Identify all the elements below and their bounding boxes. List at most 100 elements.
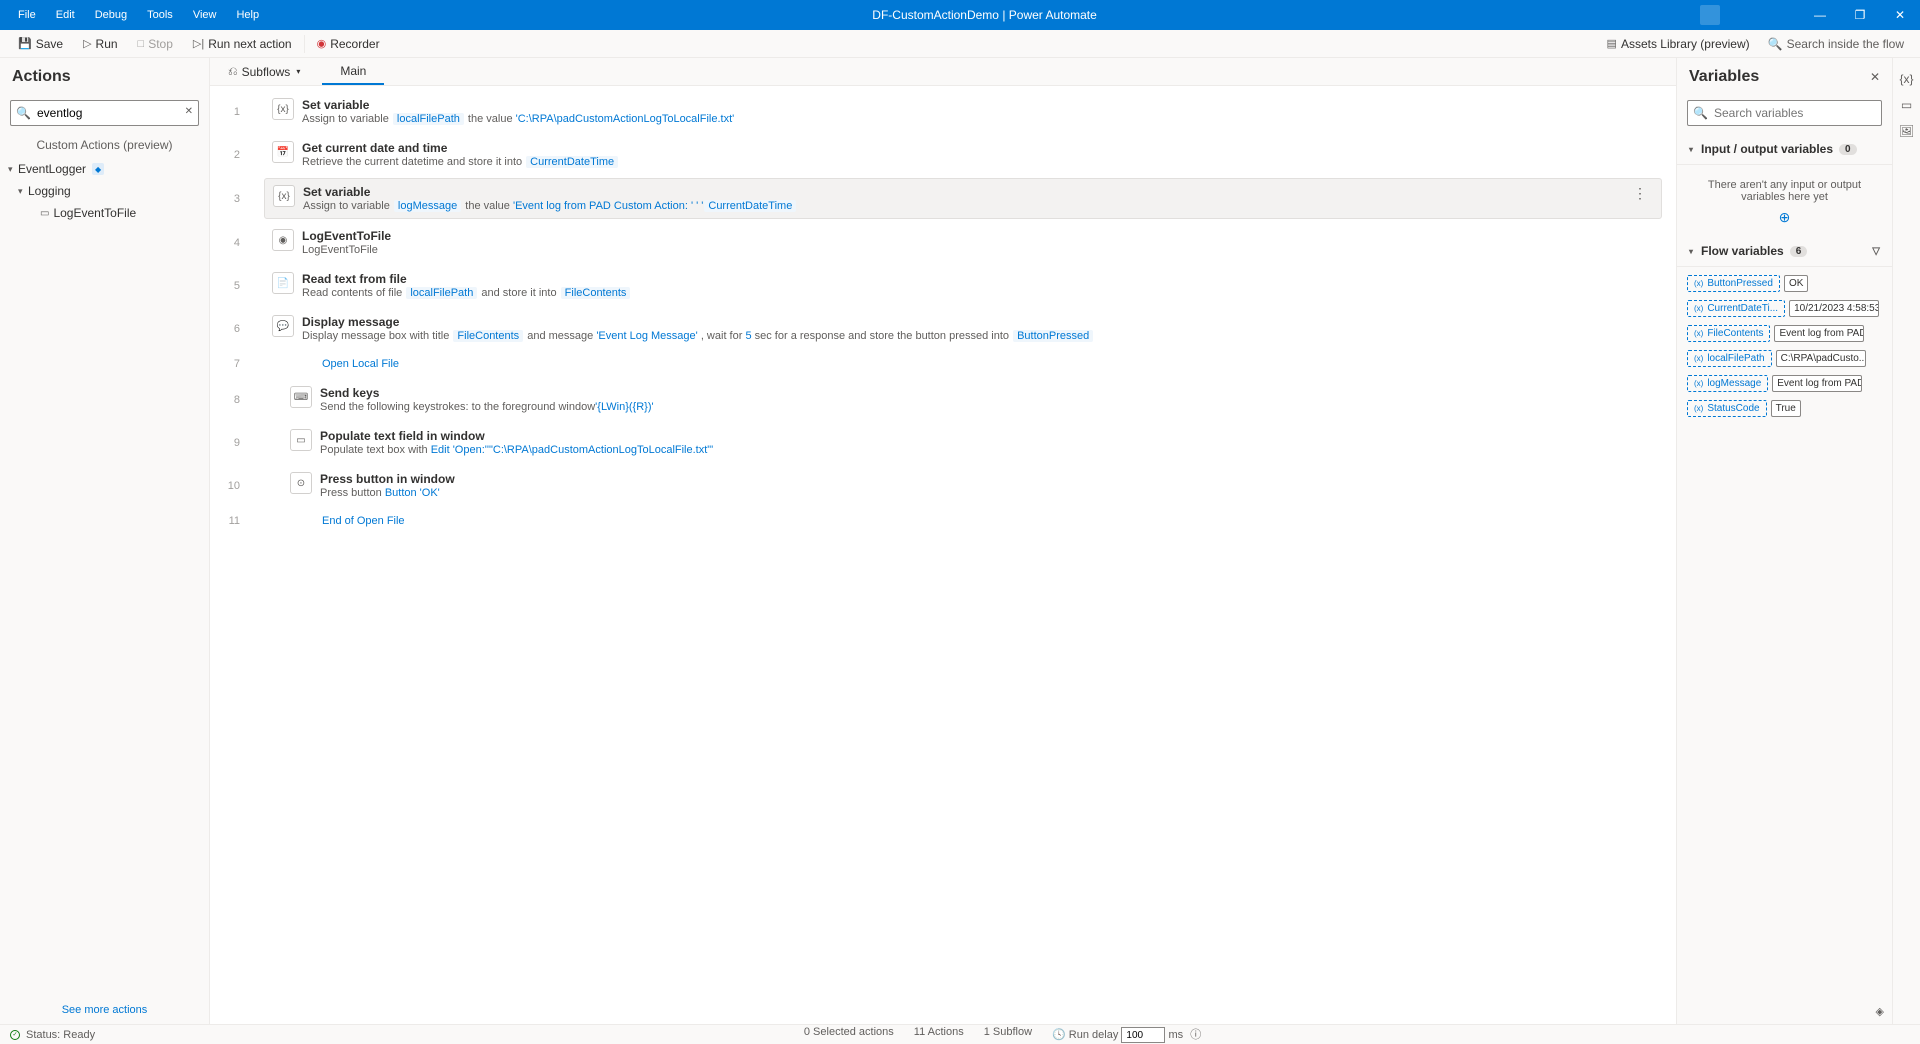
action-card[interactable]: ⌨Send keysSend the following keystrokes:…	[282, 380, 1662, 419]
search-icon: 🔍	[1693, 106, 1708, 120]
see-more-actions-link[interactable]: See more actions	[0, 996, 209, 1024]
action-card[interactable]: {x}Set variableAssign to variable logMes…	[264, 178, 1662, 219]
subflows-dropdown[interactable]: ⎌ Subflows ▾	[218, 64, 310, 79]
variable-name: CurrentDateTi...	[1707, 303, 1778, 314]
flow-step-row[interactable]: 8 ⌨Send keysSend the following keystrokes…	[210, 378, 1676, 421]
maximize-button[interactable]: ❐	[1840, 8, 1880, 22]
record-icon: ◉	[317, 37, 327, 50]
search-icon: 🔍	[1768, 37, 1783, 51]
chevron-down-icon: ▾	[8, 164, 18, 175]
flow-variable-item[interactable]: (x)CurrentDateTi...10/21/2023 4:58:53...	[1687, 300, 1882, 317]
variable-token: CurrentDateTime	[526, 156, 618, 168]
actions-search-box[interactable]: 🔍 ✕	[10, 100, 199, 126]
variables-search-input[interactable]	[1687, 100, 1882, 126]
flow-step-row[interactable]: 3{x}Set variableAssign to variable logMe…	[210, 176, 1676, 221]
action-title: Get current date and time	[302, 141, 1654, 155]
flow-body[interactable]: 1{x}Set variableAssign to variable local…	[210, 86, 1676, 1024]
variable-name-chip[interactable]: (x)CurrentDateTi...	[1687, 300, 1785, 317]
status-text: Status: Ready	[26, 1029, 95, 1041]
minimize-button[interactable]: —	[1800, 8, 1840, 22]
titlebar-menu: File Edit Debug Tools View Help	[0, 9, 269, 21]
clear-icon[interactable]: ✕	[185, 106, 193, 117]
action-more-icon[interactable]: ⋮	[1627, 185, 1653, 202]
rail-uielements-icon[interactable]: ▭	[1893, 92, 1920, 118]
menu-debug[interactable]: Debug	[85, 9, 137, 21]
flow-variable-item[interactable]: (x)FileContentsEvent log from PAD...	[1687, 325, 1882, 342]
flow-variable-item[interactable]: (x)logMessageEvent log from PAD...	[1687, 375, 1882, 392]
rail-images-icon[interactable]: 🖼	[1893, 118, 1920, 144]
variable-name: logMessage	[1707, 378, 1761, 389]
variables-search-box[interactable]: 🔍	[1687, 100, 1882, 126]
actions-search-input[interactable]	[10, 100, 199, 126]
tab-main[interactable]: Main	[322, 58, 384, 85]
app-title: DF-CustomActionDemo | Power Automate	[269, 8, 1700, 22]
flow-variable-item[interactable]: (x)StatusCodeTrue	[1687, 400, 1882, 417]
user-icon[interactable]	[1700, 5, 1720, 25]
action-description: Assign to variable localFilePath the val…	[302, 113, 1654, 125]
action-card[interactable]: {x}Set variableAssign to variable localF…	[264, 92, 1662, 131]
action-content: Send keysSend the following keystrokes: …	[320, 386, 1654, 413]
run-delay-input[interactable]	[1121, 1027, 1165, 1043]
filter-icon[interactable]: ▽	[1872, 246, 1880, 257]
assets-library-button[interactable]: ▤Assets Library (preview)	[1597, 37, 1760, 51]
action-card[interactable]: 📅Get current date and timeRetrieve the c…	[264, 135, 1662, 174]
tree-logging[interactable]: ▾ Logging	[4, 180, 205, 202]
group-label[interactable]: Open Local File	[264, 350, 399, 378]
variable-name: ButtonPressed	[1707, 278, 1773, 289]
add-variable-button[interactable]: ⊕	[1677, 209, 1892, 236]
action-card[interactable]: ⊙Press button in windowPress button Butt…	[282, 466, 1662, 505]
action-type-icon: 💬	[272, 315, 294, 337]
flow-step-row[interactable]: 4◉LogEventToFileLogEventToFile	[210, 221, 1676, 264]
variable-name-chip[interactable]: (x)StatusCode	[1687, 400, 1767, 417]
chevron-down-icon[interactable]: ▾	[1689, 247, 1693, 256]
close-panel-icon[interactable]: ✕	[1870, 70, 1880, 84]
right-rail: {x} ▭ 🖼	[1892, 58, 1920, 1024]
row-number: 11	[210, 507, 264, 535]
variable-name-chip[interactable]: (x)logMessage	[1687, 375, 1768, 392]
flow-step-row[interactable]: 1{x}Set variableAssign to variable local…	[210, 90, 1676, 133]
tree-logeventtofile[interactable]: ▭ LogEventToFile	[4, 202, 205, 224]
action-card[interactable]: ◉LogEventToFileLogEventToFile	[264, 223, 1662, 262]
run-next-button[interactable]: ▷|Run next action	[183, 30, 302, 57]
flow-variable-item[interactable]: (x)localFilePathC:\RPA\padCusto...	[1687, 350, 1882, 367]
info-icon[interactable]: ⓘ	[1190, 1029, 1201, 1041]
tree-eventlogger[interactable]: ▾ EventLogger ◆	[4, 158, 205, 180]
row-number: 8	[210, 378, 264, 421]
menu-tools[interactable]: Tools	[137, 9, 183, 21]
flow-search[interactable]: 🔍Search inside the flow	[1760, 37, 1912, 51]
flow-step-row[interactable]: 11End of Open File	[210, 507, 1676, 535]
pin-icon[interactable]: ◈	[1876, 1005, 1884, 1018]
flow-step-row[interactable]: 2📅Get current date and timeRetrieve the …	[210, 133, 1676, 176]
menu-edit[interactable]: Edit	[46, 9, 85, 21]
io-variables-header[interactable]: ▾ Input / output variables 0	[1677, 134, 1892, 165]
recorder-button[interactable]: ◉Recorder	[307, 30, 390, 57]
flow-step-row[interactable]: 6💬Display messageDisplay message box wit…	[210, 307, 1676, 350]
variable-name-chip[interactable]: (x)ButtonPressed	[1687, 275, 1780, 292]
action-card[interactable]: 📄Read text from fileRead contents of fil…	[264, 266, 1662, 305]
action-card[interactable]: ▭Populate text field in windowPopulate t…	[282, 423, 1662, 462]
variable-name-chip[interactable]: (x)localFilePath	[1687, 350, 1772, 367]
menu-help[interactable]: Help	[226, 9, 269, 21]
flow-step-row[interactable]: 10⊙Press button in windowPress button Bu…	[210, 464, 1676, 507]
group-label[interactable]: End of Open File	[264, 507, 405, 535]
variable-name-chip[interactable]: (x)FileContents	[1687, 325, 1770, 342]
run-button[interactable]: ▷Run	[73, 30, 127, 57]
variable-token: localFilePath	[406, 287, 477, 299]
menu-view[interactable]: View	[183, 9, 227, 21]
string-value: Button 'OK'	[385, 487, 440, 499]
chevron-down-icon[interactable]: ▾	[1689, 145, 1693, 154]
action-type-icon: 📅	[272, 141, 294, 163]
flow-step-row[interactable]: 9▭Populate text field in windowPopulate …	[210, 421, 1676, 464]
close-button[interactable]: ✕	[1880, 8, 1920, 22]
action-title: Set variable	[303, 185, 1627, 199]
subflows-icon: ⎌	[228, 64, 238, 79]
flow-variable-item[interactable]: (x)ButtonPressedOK	[1687, 275, 1882, 292]
flow-step-row[interactable]: 7Open Local File	[210, 350, 1676, 378]
flow-step-row[interactable]: 5📄Read text from fileRead contents of fi…	[210, 264, 1676, 307]
rail-variables-icon[interactable]: {x}	[1893, 66, 1920, 92]
menu-file[interactable]: File	[8, 9, 46, 21]
search-icon: 🔍	[16, 106, 31, 120]
flow-variables-header[interactable]: ▾ Flow variables 6 ▽	[1677, 236, 1892, 267]
save-button[interactable]: 💾Save	[8, 30, 73, 57]
action-card[interactable]: 💬Display messageDisplay message box with…	[264, 309, 1662, 348]
